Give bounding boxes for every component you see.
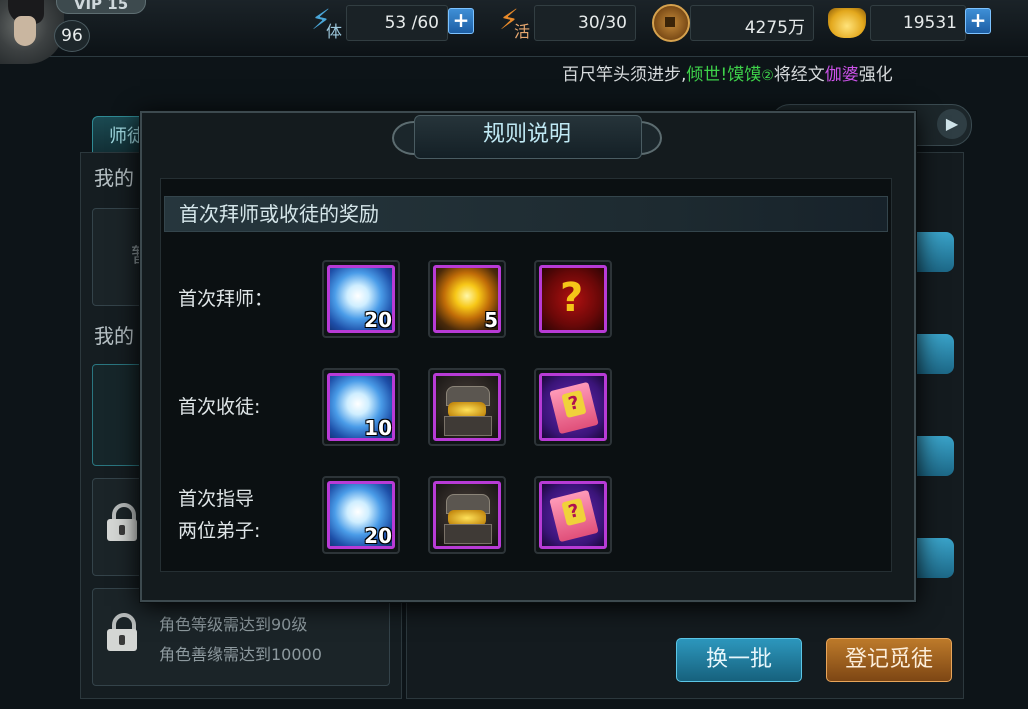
vigor-counter: 30/30	[534, 5, 636, 41]
reward-row-label: 首次拜师：	[178, 288, 274, 310]
stamina-value: 53 /60	[384, 13, 439, 33]
treasure-chest-icon	[433, 373, 501, 441]
marquee-player-name: 倾世!馍馍	[686, 65, 762, 85]
rules-content-area	[160, 178, 892, 572]
mystery-box-icon: ?	[539, 265, 607, 333]
requirement-karma-text: 角色善缘需达到10000	[159, 645, 322, 664]
vigor-label: 活	[514, 22, 531, 41]
item-quantity: 5	[484, 308, 498, 332]
marquee-text-2: 将经文	[773, 65, 825, 85]
dialog-title: 规则说明	[482, 122, 571, 147]
top-resource-bar: VIP 15 96 ⚡ 体 53 /60 + ⚡ 活 30/30 4275万 1…	[0, 0, 1028, 64]
reward-item[interactable]: ?	[534, 260, 612, 338]
my-disciples-label: 我的	[94, 324, 134, 348]
reward-item[interactable]: ?	[534, 368, 612, 446]
reward-row-label: 首次收徒:	[178, 396, 261, 418]
copper-value: 4275万	[744, 18, 805, 38]
treasure-chest-icon	[433, 481, 501, 549]
marquee-text-3: 强化	[858, 65, 893, 85]
reward-row-label-line1: 首次指导	[178, 488, 255, 510]
reward-section-title: 首次拜师或收徒的奖励	[164, 196, 888, 232]
mystery-scroll-icon: ?	[539, 373, 607, 441]
disciple-slot-locked-2[interactable]: 角色等级需达到90级 角色善缘需达到10000	[92, 588, 390, 686]
lock-icon	[107, 503, 137, 543]
reward-item[interactable]: 10	[322, 368, 400, 446]
reward-item[interactable]: ?	[534, 476, 612, 554]
item-quantity: 20	[364, 524, 392, 548]
add-ingot-button[interactable]: +	[965, 8, 991, 34]
stamina-label: 体	[326, 22, 343, 41]
player-level-badge: 96	[54, 20, 90, 52]
reward-item[interactable]: 20	[322, 476, 400, 554]
ingot-value: 19531	[902, 13, 957, 33]
mystery-scroll-icon: ?	[539, 481, 607, 549]
stamina-counter: 53 /60	[346, 5, 448, 41]
reward-item[interactable]: 20	[322, 260, 400, 338]
marquee-text-1: 百尺竿头须进步,	[562, 65, 687, 85]
my-mentor-label: 我的	[94, 166, 134, 190]
broadcast-marquee: 百尺竿头须进步,倾世!馍馍②将经文伽婆强化	[562, 60, 893, 85]
arrow-right-icon: ▶	[937, 109, 967, 139]
item-quantity: 20	[364, 308, 392, 332]
lock-icon	[107, 613, 137, 653]
reward-item[interactable]	[428, 368, 506, 446]
requirement-level-text: 角色等级需达到90级	[159, 615, 308, 634]
ingot-counter: 19531	[870, 5, 966, 41]
item-quantity: 10	[364, 416, 392, 440]
reward-item[interactable]	[428, 476, 506, 554]
marquee-item-name: 伽婆	[824, 65, 859, 85]
add-stamina-button[interactable]: +	[448, 8, 474, 34]
avatar-face	[14, 16, 36, 46]
copper-counter: 4275万	[690, 5, 814, 41]
dialog-title-banner: 规则说明	[392, 111, 662, 163]
reward-row-label-line2: 两位弟子:	[178, 520, 261, 542]
vip-badge[interactable]: VIP 15	[56, 0, 146, 14]
register-seek-disciple-button[interactable]: 登记觅徒	[826, 638, 952, 682]
copper-coin-icon	[652, 4, 690, 42]
reward-item[interactable]: 5	[428, 260, 506, 338]
refresh-batch-button[interactable]: 换一批	[676, 638, 802, 682]
gold-ingot-icon	[828, 8, 866, 38]
vigor-value: 30/30	[578, 13, 627, 33]
marquee-player-rank: ②	[761, 68, 774, 84]
